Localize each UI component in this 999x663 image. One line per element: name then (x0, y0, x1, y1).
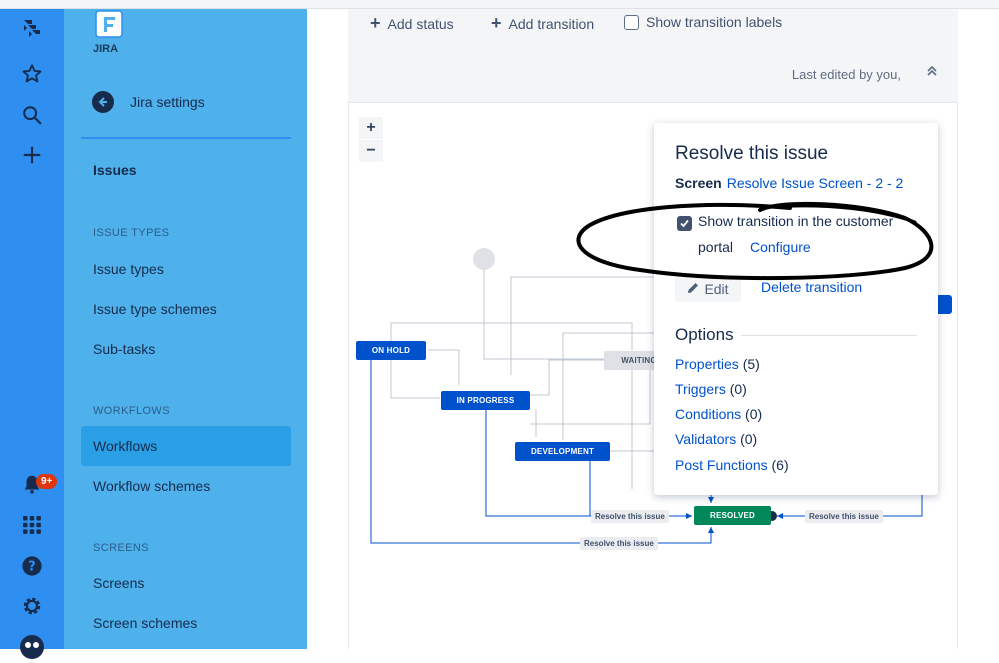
screen-label: Screen (675, 175, 722, 191)
status-development[interactable]: DEVELOPMENT (515, 442, 610, 461)
validators-link[interactable]: Validators (675, 431, 736, 447)
configure-link[interactable]: Configure (750, 239, 811, 255)
delete-transition-link[interactable]: Delete transition (761, 279, 862, 295)
option-post-functions: Post Functions (6) (675, 457, 789, 473)
transition-label-resolve[interactable]: Resolve this issue (591, 510, 669, 523)
option-validators: Validators (0) (675, 431, 757, 447)
options-divider (741, 335, 917, 336)
screen-link[interactable]: Resolve Issue Screen - 2 - 2 (727, 175, 904, 191)
conditions-link[interactable]: Conditions (675, 406, 741, 422)
initial-state-circle (473, 248, 495, 270)
options-heading: Options (675, 325, 734, 344)
transition-label-resolve[interactable]: Resolve this issue (580, 537, 658, 550)
post-functions-count: (6) (771, 457, 789, 473)
selected-transition-marker (938, 295, 952, 314)
portal-visibility-label: Show transition in the customer (698, 213, 894, 229)
option-properties: Properties (5) (675, 356, 760, 372)
properties-count: (5) (742, 356, 760, 372)
pencil-icon (687, 281, 699, 297)
triggers-count: (0) (729, 381, 747, 397)
portal-visibility-checkbox[interactable] (677, 216, 692, 231)
transition-details-panel: Resolve this issue Screen Resolve Issue S… (654, 123, 938, 495)
validators-count: (0) (740, 431, 758, 447)
transition-label-resolve[interactable]: Resolve this issue (805, 510, 883, 523)
status-in-progress[interactable]: IN PROGRESS (441, 391, 530, 410)
edit-label: Edit (704, 280, 729, 297)
properties-link[interactable]: Properties (675, 356, 739, 372)
edit-transition-button[interactable]: Edit (675, 275, 741, 302)
transition-title: Resolve this issue (675, 143, 829, 164)
status-on-hold[interactable]: ON HOLD (356, 341, 426, 360)
option-conditions: Conditions (0) (675, 406, 762, 422)
portal-visibility-label-cont: portal (698, 239, 734, 255)
status-resolved[interactable]: RESOLVED (694, 506, 771, 525)
option-triggers: Triggers (0) (675, 381, 747, 397)
transition-screen: Screen Resolve Issue Screen - 2 - 2 (675, 175, 903, 191)
post-functions-link[interactable]: Post Functions (675, 457, 768, 473)
conditions-count: (0) (745, 406, 763, 422)
triggers-link[interactable]: Triggers (675, 381, 726, 397)
